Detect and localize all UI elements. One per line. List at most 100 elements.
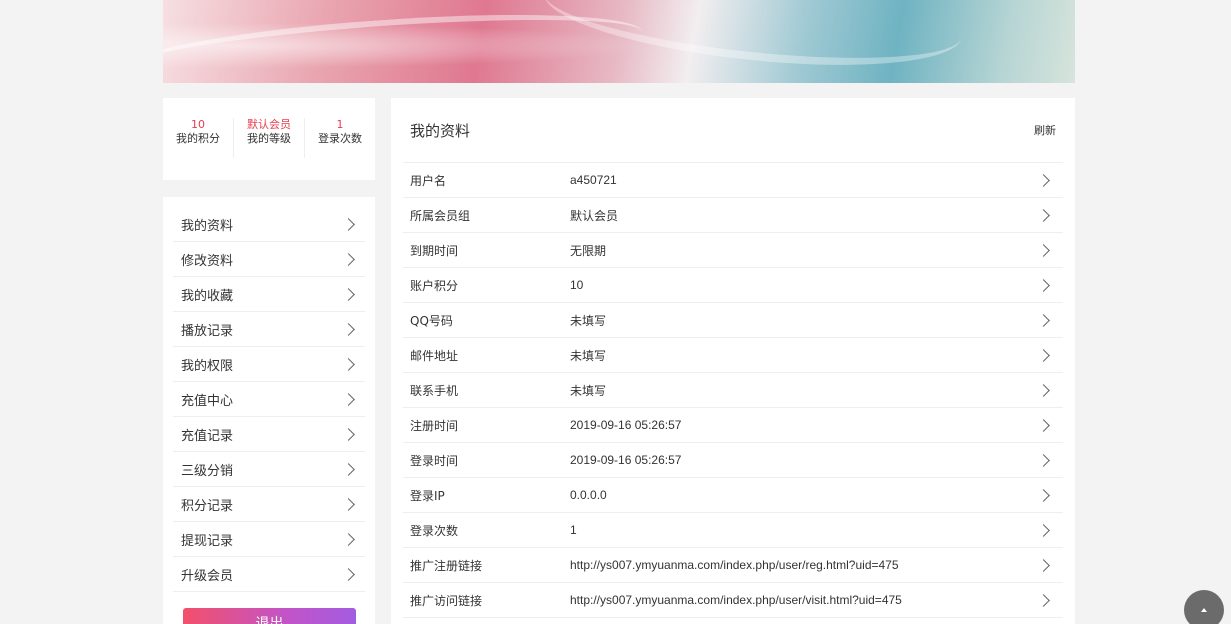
row-value: http://ys007.ymyuanma.com/index.php/user… xyxy=(570,593,902,607)
stat-value: 1 xyxy=(336,118,344,131)
sidebar-item-withdraw-history[interactable]: 提现记录 xyxy=(173,522,365,557)
sidebar-item-distribution[interactable]: 三级分销 xyxy=(173,452,365,487)
sidebar-item-label: 积分记录 xyxy=(181,498,234,514)
row-value: 无限期 xyxy=(570,243,607,258)
profile-row-register-time[interactable]: 注册时间 2019-09-16 05:26:57 xyxy=(403,408,1063,443)
stat-login-count[interactable]: 1 登录次数 xyxy=(305,118,375,158)
chevron-right-icon xyxy=(1037,523,1050,537)
row-value: 未填写 xyxy=(570,313,607,328)
sidebar-item-label: 我的收藏 xyxy=(181,288,234,304)
chevron-right-icon xyxy=(1037,243,1050,257)
row-key: 账户积分 xyxy=(410,278,459,293)
chevron-right-icon xyxy=(1037,278,1050,292)
banner-image xyxy=(163,0,1075,83)
chevron-right-icon xyxy=(1037,313,1050,327)
sidebar-item-label: 充值记录 xyxy=(181,428,234,444)
sidebar-item-edit-profile[interactable]: 修改资料 xyxy=(173,242,365,277)
sidebar-item-favorites[interactable]: 我的收藏 xyxy=(173,277,365,312)
sidebar-menu: 我的资料 修改资料 我的收藏 播放记录 我的权限 充值中心 充值记录 三级分销 … xyxy=(163,197,375,624)
sidebar-item-play-history[interactable]: 播放记录 xyxy=(173,312,365,347)
row-key: 推广注册链接 xyxy=(410,558,483,573)
chevron-right-icon xyxy=(342,497,355,511)
profile-row-visit-link[interactable]: 推广访问链接 http://ys007.ymyuanma.com/index.p… xyxy=(403,583,1063,618)
profile-row-login-ip[interactable]: 登录IP 0.0.0.0 xyxy=(403,478,1063,513)
profile-row-phone[interactable]: 联系手机 未填写 xyxy=(403,373,1063,408)
stat-value: 10 xyxy=(191,118,205,131)
chevron-right-icon xyxy=(342,357,355,371)
chevron-right-icon xyxy=(1037,383,1050,397)
sidebar-item-label: 提现记录 xyxy=(181,533,234,549)
sidebar-item-permissions[interactable]: 我的权限 xyxy=(173,347,365,382)
chevron-right-icon xyxy=(342,252,355,266)
row-key: QQ号码 xyxy=(410,313,453,328)
sidebar-item-recharge-history[interactable]: 充值记录 xyxy=(173,417,365,452)
stat-label: 登录次数 xyxy=(318,132,362,145)
chevron-right-icon xyxy=(342,392,355,406)
row-key: 邮件地址 xyxy=(410,348,459,363)
profile-row-qq[interactable]: QQ号码 未填写 xyxy=(403,303,1063,338)
chevron-right-icon xyxy=(342,427,355,441)
profile-row-email[interactable]: 邮件地址 未填写 xyxy=(403,338,1063,373)
refresh-link[interactable]: 刷新 xyxy=(1034,122,1056,138)
chevron-right-icon xyxy=(342,217,355,231)
profile-header: 我的资料 刷新 xyxy=(403,98,1063,163)
row-key: 登录时间 xyxy=(410,453,459,468)
back-to-top-button[interactable] xyxy=(1184,590,1224,624)
row-key: 所属会员组 xyxy=(410,208,471,223)
profile-panel: 我的资料 刷新 用户名 a450721 所属会员组 默认会员 到期时间 无限期 … xyxy=(391,98,1075,624)
stat-label: 我的积分 xyxy=(176,132,220,145)
sidebar-item-label: 升级会员 xyxy=(181,568,234,584)
row-value: 未填写 xyxy=(570,383,607,398)
profile-row-member-group[interactable]: 所属会员组 默认会员 xyxy=(403,198,1063,233)
sidebar-item-label: 我的权限 xyxy=(181,358,234,374)
row-value: 2019-09-16 05:26:57 xyxy=(570,418,682,432)
row-key: 注册时间 xyxy=(410,418,459,433)
profile-row-login-time[interactable]: 登录时间 2019-09-16 05:26:57 xyxy=(403,443,1063,478)
chevron-right-icon xyxy=(342,322,355,336)
sidebar-item-label: 充值中心 xyxy=(181,393,234,409)
stat-label: 我的等级 xyxy=(247,132,291,145)
logout-button[interactable]: 退出 xyxy=(183,608,356,624)
row-key: 到期时间 xyxy=(410,243,459,258)
profile-row-login-count[interactable]: 登录次数 1 xyxy=(403,513,1063,548)
row-value: a450721 xyxy=(570,173,617,187)
chevron-right-icon xyxy=(342,462,355,476)
stat-points[interactable]: 10 我的积分 xyxy=(163,118,234,158)
row-value: http://ys007.ymyuanma.com/index.php/user… xyxy=(570,558,899,572)
stat-value: 默认会员 xyxy=(247,118,291,131)
profile-row-expiry[interactable]: 到期时间 无限期 xyxy=(403,233,1063,268)
row-value: 未填写 xyxy=(570,348,607,363)
profile-row-username[interactable]: 用户名 a450721 xyxy=(403,163,1063,198)
user-stats-card: 10 我的积分 默认会员 我的等级 1 登录次数 xyxy=(163,98,375,180)
chevron-right-icon xyxy=(1037,453,1050,467)
sidebar-item-label: 修改资料 xyxy=(181,253,234,269)
chevron-right-icon xyxy=(342,532,355,546)
row-key: 登录次数 xyxy=(410,523,459,538)
sidebar-item-my-profile[interactable]: 我的资料 xyxy=(173,207,365,242)
row-key: 推广访问链接 xyxy=(410,593,483,608)
row-key: 联系手机 xyxy=(410,383,459,398)
sidebar-item-points-history[interactable]: 积分记录 xyxy=(173,487,365,522)
row-value: 2019-09-16 05:26:57 xyxy=(570,453,682,467)
sidebar-item-label: 播放记录 xyxy=(181,323,234,339)
sidebar-item-label: 三级分销 xyxy=(181,463,234,479)
chevron-right-icon xyxy=(1037,208,1050,222)
chevron-right-icon xyxy=(342,567,355,581)
chevron-right-icon xyxy=(1037,558,1050,572)
chevron-right-icon xyxy=(342,287,355,301)
chevron-right-icon xyxy=(1037,173,1050,187)
chevron-right-icon xyxy=(1037,488,1050,502)
stat-level[interactable]: 默认会员 我的等级 xyxy=(234,118,305,158)
chevron-right-icon xyxy=(1037,348,1050,362)
arrow-up-icon xyxy=(1201,608,1207,612)
row-value: 1 xyxy=(570,523,577,537)
profile-row-points[interactable]: 账户积分 10 xyxy=(403,268,1063,303)
profile-row-reg-link[interactable]: 推广注册链接 http://ys007.ymyuanma.com/index.p… xyxy=(403,548,1063,583)
sidebar-item-label: 我的资料 xyxy=(181,218,234,234)
row-value: 10 xyxy=(570,278,584,292)
sidebar-item-upgrade-member[interactable]: 升级会员 xyxy=(173,557,365,592)
sidebar-item-recharge-center[interactable]: 充值中心 xyxy=(173,382,365,417)
chevron-right-icon xyxy=(1037,418,1050,432)
chevron-right-icon xyxy=(1037,593,1050,607)
row-value: 0.0.0.0 xyxy=(570,488,607,502)
